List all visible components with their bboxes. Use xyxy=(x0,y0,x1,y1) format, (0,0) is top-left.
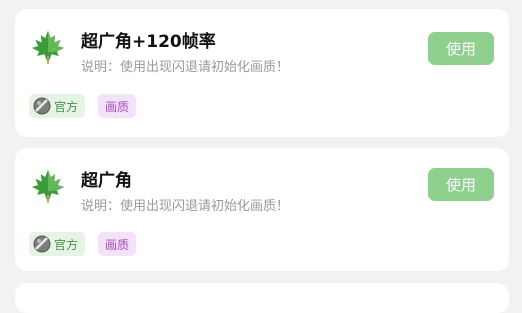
globe-icon xyxy=(33,235,51,253)
tag-list: 官方 画质 xyxy=(29,94,137,118)
tag-list: 官方 画质 xyxy=(29,232,137,256)
use-button[interactable]: 使用 xyxy=(428,32,494,65)
quality-tag: 画质 xyxy=(98,94,137,118)
item-title: 超广角+120帧率 xyxy=(81,32,216,52)
maple-leaf-icon xyxy=(31,30,65,65)
official-tag-label: 官方 xyxy=(54,237,79,252)
config-card: 超广角+120帧率 说明：使用出现闪退请初始化画质！ 使用 官方 画质 xyxy=(15,9,509,137)
item-description: 说明：使用出现闪退请初始化画质！ xyxy=(81,199,290,214)
config-card xyxy=(15,283,509,313)
use-button[interactable]: 使用 xyxy=(428,168,494,201)
maple-leaf-icon xyxy=(31,169,65,204)
official-tag: 官方 xyxy=(29,94,86,118)
globe-icon xyxy=(33,97,51,115)
official-tag-label: 官方 xyxy=(54,99,79,114)
item-title: 超广角 xyxy=(81,171,132,191)
quality-tag: 画质 xyxy=(98,232,137,256)
official-tag: 官方 xyxy=(29,232,86,256)
config-card: 超广角 说明：使用出现闪退请初始化画质！ 使用 官方 画质 xyxy=(15,148,509,271)
item-description: 说明：使用出现闪退请初始化画质！ xyxy=(81,60,290,75)
